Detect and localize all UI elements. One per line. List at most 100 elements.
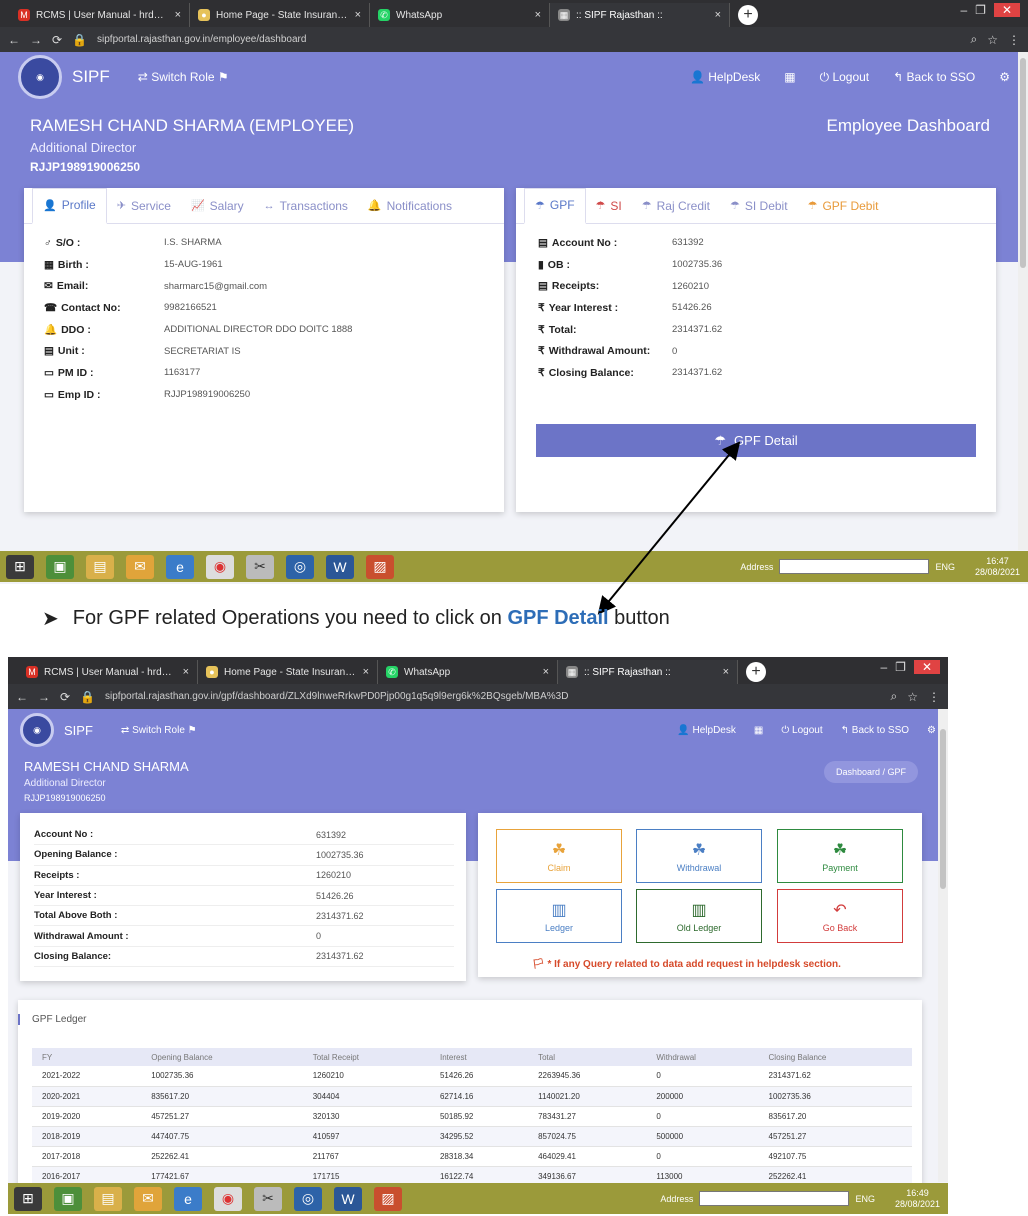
gpf-summary-card: Account No : 631392 Opening Balance : 10027…	[20, 813, 466, 981]
payment-tile[interactable]: ☘ Payment	[777, 829, 903, 883]
field-label: Closing Balance:	[34, 950, 112, 962]
star-icon[interactable]: ☆	[907, 690, 918, 704]
helpdesk-link[interactable]: 👤 HelpDesk	[677, 725, 736, 736]
store-icon[interactable]: ▣	[54, 1186, 82, 1211]
field-label: Year Interest :	[34, 890, 97, 902]
browser-tab-title: Home Page - State Insurance and	[224, 666, 357, 678]
table-cell: 2020-2021	[32, 1086, 142, 1107]
ie-icon[interactable]: e	[174, 1186, 202, 1211]
back-to-sso-link[interactable]: ↰ Back to SSO	[841, 725, 909, 736]
logout-link[interactable]: ⏻ Logout	[781, 725, 822, 736]
browser-tab-strip-2: M RCMS | User Manual - hrd958@ × ● Home Page…	[8, 657, 948, 684]
caption-highlight: GPF Detail	[507, 607, 609, 629]
ledger-column-header: Withdrawal	[646, 1048, 759, 1066]
close-window-icon[interactable]: ✕	[913, 660, 940, 674]
tile-icon: ☘	[551, 841, 567, 859]
pdf-icon[interactable]: ▨	[374, 1186, 402, 1211]
tile-label: Go Back	[822, 922, 858, 933]
summary-row: Withdrawal Amount : 0	[34, 926, 454, 947]
old-ledger-tile[interactable]: ▥ Old Ledger	[636, 889, 762, 943]
calendar-icon[interactable]: ▦	[754, 725, 763, 736]
close-tab-icon[interactable]: ×	[543, 666, 549, 678]
table-cell: 2314371.62	[758, 1066, 912, 1087]
table-cell: 2263945.36	[528, 1066, 647, 1087]
table-cell: 62714.16	[429, 1086, 529, 1107]
app-icon[interactable]: ◎	[294, 1186, 322, 1211]
table-cell: 304404	[302, 1086, 430, 1107]
chrome-icon[interactable]: ◉	[214, 1186, 242, 1211]
table-cell: 50185.92	[429, 1106, 529, 1127]
favicon-icon: ▦	[566, 666, 578, 678]
table-cell: 2018-2019	[32, 1126, 142, 1147]
url-field[interactable]: sipfportal.rajasthan.gov.in/gpf/dashboar…	[105, 691, 880, 702]
browser-tab-title: RCMS | User Manual - hrd958@	[44, 666, 177, 678]
table-cell: 835617.20	[758, 1106, 912, 1127]
menu-icon[interactable]: ⋮	[928, 690, 940, 704]
table-cell: 2021-2022	[32, 1066, 142, 1087]
tile-icon: ▥	[551, 901, 567, 919]
windows-start-icon[interactable]: ⊞	[14, 1186, 42, 1211]
close-tab-icon[interactable]: ×	[363, 666, 369, 678]
close-tab-icon[interactable]: ×	[723, 666, 729, 678]
new-tab-button[interactable]: +	[746, 662, 766, 682]
word-icon[interactable]: W	[334, 1186, 362, 1211]
browser-tab[interactable]: ✆ WhatsApp ×	[378, 660, 558, 684]
employee-id: RJJP198919006250	[24, 793, 106, 803]
settings-gear-icon[interactable]: ⚙	[927, 725, 936, 736]
summary-row: Opening Balance : 1002735.36	[34, 845, 454, 866]
tile-label: Claim	[547, 862, 571, 873]
ledger-column-header: Opening Balance	[141, 1048, 303, 1066]
ledger-column-header: Total Receipt	[302, 1048, 430, 1066]
minimize-icon[interactable]: –	[880, 660, 887, 674]
close-tab-icon[interactable]: ×	[183, 666, 189, 678]
browser-tab[interactable]: ● Home Page - State Insurance and ×	[198, 660, 378, 684]
ledger-tile[interactable]: ▥ Ledger	[496, 889, 622, 943]
ledger-column-header: FY	[32, 1048, 142, 1066]
browser-tab-title: WhatsApp	[404, 666, 451, 678]
table-row: 2017-2018 252262.41 211767 28318.34 464029.4…	[32, 1146, 912, 1167]
taskbar-lang: ENG	[855, 1193, 875, 1204]
table-cell: 1260210	[302, 1066, 430, 1087]
go-back-tile[interactable]: ↶ Go Back	[777, 889, 903, 943]
restore-icon[interactable]: ❐	[895, 660, 906, 674]
summary-row: Account No : 631392	[34, 825, 454, 846]
field-value: 631392	[316, 829, 347, 840]
claim-tile[interactable]: ☘ Claim	[496, 829, 622, 883]
taskbar-clock: 16:49 28/08/2021	[894, 1187, 940, 1209]
browser-tab-title: :: SIPF Rajasthan ::	[584, 666, 671, 678]
favicon-icon: M	[26, 666, 38, 678]
ledger-column-header: Total	[528, 1048, 647, 1066]
ledger-title: GPF Ledger	[18, 1014, 86, 1025]
table-cell: 252262.41	[141, 1146, 303, 1167]
taskbar-address-input[interactable]	[699, 1191, 850, 1206]
search-icon[interactable]: ⌕	[891, 689, 898, 704]
gpf-ledger-table: FY Opening Balance Total Receipt Interest To…	[32, 1048, 912, 1187]
browser-tab[interactable]: M RCMS | User Manual - hrd958@ ×	[18, 660, 198, 684]
favicon-icon: ●	[206, 666, 218, 678]
breadcrumb[interactable]: Dashboard / GPF	[823, 761, 918, 783]
table-cell: 200000	[646, 1086, 759, 1107]
field-value: 0	[316, 931, 322, 942]
tile-icon: ↶	[833, 901, 847, 919]
summary-row: Closing Balance: 2314371.62	[34, 947, 454, 968]
tools-icon[interactable]: ✂	[254, 1186, 282, 1211]
window-controls-2: – ❐ ✕	[880, 660, 940, 674]
withdrawal-tile[interactable]: ☘ Withdrawal	[636, 829, 762, 883]
field-label: Opening Balance :	[34, 849, 118, 861]
table-cell: 1002735.36	[758, 1086, 912, 1107]
tile-label: Ledger	[544, 922, 574, 933]
back-icon[interactable]: ←	[16, 690, 28, 704]
table-cell: 835617.20	[141, 1086, 303, 1107]
tile-label: Payment	[822, 862, 858, 873]
field-value: 1260210	[316, 870, 352, 881]
favicon-icon: ✆	[386, 666, 398, 678]
folder-icon[interactable]: ▤	[94, 1186, 122, 1211]
screenshot-gpf-dashboard: M RCMS | User Manual - hrd958@ × ● Home Page…	[8, 657, 948, 1214]
switch-role-button[interactable]: ⇄ Switch Role ⚑	[121, 725, 197, 736]
browser-tab[interactable]: ▦:: SIPF Rajasthan :: ×	[558, 660, 738, 684]
forward-icon[interactable]: →	[38, 690, 50, 704]
mail-icon[interactable]: ✉	[134, 1186, 162, 1211]
table-cell: 410597	[302, 1126, 430, 1147]
reload-icon[interactable]: ⟳	[60, 690, 70, 704]
page-scrollbar-2[interactable]	[938, 709, 948, 1182]
